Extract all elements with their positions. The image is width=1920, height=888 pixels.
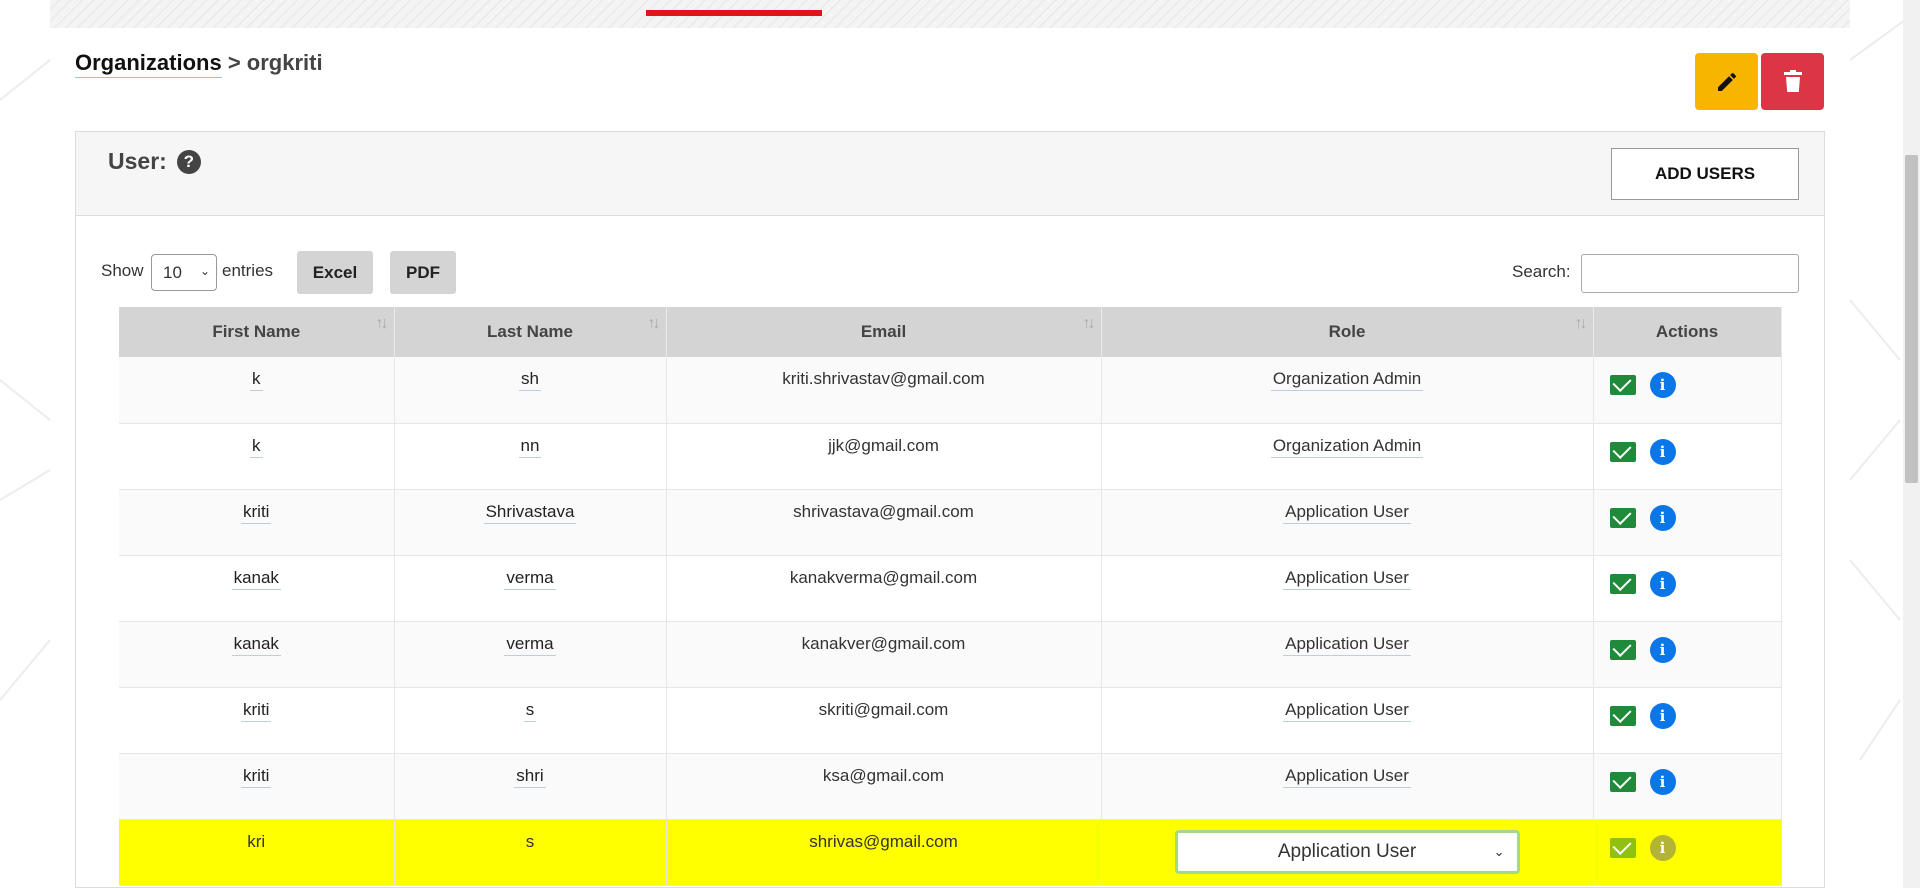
scrollbar-thumb[interactable]: [1905, 155, 1918, 483]
user-card: User: ? ADD USERS Show 10 ⌄ entries Exce…: [75, 131, 1825, 888]
breadcrumb-current: orgkriti: [246, 50, 323, 75]
first-name-cell[interactable]: kanak: [231, 633, 281, 656]
edit-organization-button[interactable]: [1695, 53, 1758, 110]
page-scrollbar[interactable]: [1903, 0, 1920, 888]
pencil-icon: [1717, 72, 1736, 91]
top-tab-strip: [50, 0, 1850, 28]
last-name-cell: s: [394, 819, 667, 886]
table-row: kriti s skriti@gmail.com Application Use…: [119, 687, 1782, 754]
email-cell: shrivastava@gmail.com: [666, 489, 1102, 556]
card-title-text: User:: [108, 148, 167, 174]
envelope-icon[interactable]: [1609, 705, 1636, 726]
table-row: k sh kriti.shrivastav@gmail.com Organiza…: [119, 357, 1782, 424]
role-cell[interactable]: Organization Admin: [1270, 369, 1424, 391]
breadcrumb-separator: >: [227, 50, 241, 75]
info-circle-icon[interactable]: i: [1649, 834, 1676, 861]
column-header-actions: Actions: [1593, 307, 1782, 357]
search-input[interactable]: [1581, 254, 1799, 293]
envelope-icon[interactable]: [1609, 771, 1636, 792]
info-circle-icon[interactable]: i: [1649, 438, 1676, 465]
question-circle-icon[interactable]: ?: [176, 149, 201, 174]
last-name-cell[interactable]: verma: [504, 633, 556, 656]
export-excel-button[interactable]: Excel: [297, 251, 373, 294]
users-table: First Name ↑↓ Last Name ↑↓ Email ↑↓ Role ↑↓ …: [119, 307, 1782, 886]
info-circle-icon[interactable]: i: [1649, 570, 1676, 597]
search-label: Search:: [1512, 262, 1571, 281]
role-cell[interactable]: Application User: [1283, 633, 1411, 656]
email-cell: ksa@gmail.com: [666, 753, 1102, 820]
card-title: User: ?: [108, 148, 201, 175]
sort-arrows-icon[interactable]: ↑↓: [1575, 315, 1588, 333]
table-row-editing: kri s shrivas@gmail.com Application User…: [119, 819, 1782, 886]
role-select-value: Application User: [1277, 840, 1417, 862]
role-cell[interactable]: Application User: [1283, 699, 1411, 722]
last-name-cell[interactable]: Shrivastava: [483, 501, 577, 524]
chevron-down-icon: ⌄: [1493, 843, 1505, 859]
delete-organization-button[interactable]: [1761, 53, 1824, 110]
sort-arrows-icon[interactable]: ↑↓: [1083, 315, 1096, 333]
envelope-icon[interactable]: [1609, 573, 1636, 594]
trash-icon: [1783, 69, 1802, 92]
first-name-cell: kri: [119, 819, 395, 886]
column-header-email[interactable]: Email ↑↓: [666, 307, 1102, 357]
chevron-down-icon: ⌄: [199, 264, 210, 278]
role-cell[interactable]: Application User: [1283, 501, 1411, 524]
envelope-icon[interactable]: [1609, 375, 1636, 395]
last-name-cell[interactable]: sh: [519, 369, 541, 391]
show-label: Show: [101, 261, 144, 280]
entries-label: entries: [222, 261, 274, 280]
first-name-cell[interactable]: kriti: [241, 699, 272, 722]
first-name-cell[interactable]: k: [250, 435, 263, 458]
active-tab-indicator: [646, 10, 822, 16]
breadcrumb-organizations-link[interactable]: Organizations: [75, 50, 222, 78]
role-cell[interactable]: Organization Admin: [1270, 435, 1424, 458]
table-controls: Show 10 ⌄ entries Excel PDF Search:: [101, 251, 1801, 295]
entries-select-value: 10: [163, 262, 182, 282]
first-name-cell[interactable]: k: [250, 369, 263, 391]
info-circle-icon[interactable]: i: [1649, 702, 1676, 729]
email-cell: kanakverma@gmail.com: [666, 555, 1102, 622]
envelope-icon[interactable]: [1609, 837, 1636, 858]
envelope-icon[interactable]: [1609, 639, 1636, 660]
info-circle-icon[interactable]: i: [1649, 372, 1676, 398]
email-cell: skriti@gmail.com: [666, 687, 1102, 754]
table-row: kriti Shrivastava shrivastava@gmail.com …: [119, 489, 1782, 556]
add-users-button[interactable]: ADD USERS: [1611, 148, 1799, 200]
last-name-cell[interactable]: verma: [504, 567, 556, 590]
table-header-row: First Name ↑↓ Last Name ↑↓ Email ↑↓ Role ↑↓ …: [119, 307, 1782, 357]
info-circle-icon[interactable]: i: [1649, 504, 1676, 531]
email-cell: jjk@gmail.com: [666, 423, 1102, 490]
table-row: kanak verma kanakverma@gmail.com Applica…: [119, 555, 1782, 622]
last-name-cell[interactable]: nn: [518, 435, 542, 458]
role-cell[interactable]: Application User: [1283, 567, 1411, 590]
column-header-role[interactable]: Role ↑↓: [1101, 307, 1594, 357]
last-name-cell[interactable]: s: [523, 699, 537, 722]
email-cell: kriti.shrivastav@gmail.com: [666, 357, 1102, 424]
column-header-last-name[interactable]: Last Name ↑↓: [394, 307, 667, 357]
last-name-cell[interactable]: shri: [514, 765, 546, 788]
envelope-icon[interactable]: [1609, 441, 1636, 462]
first-name-cell[interactable]: kriti: [241, 765, 272, 788]
role-select[interactable]: Application User ⌄: [1174, 829, 1520, 874]
email-cell: kanakver@gmail.com: [666, 621, 1102, 688]
table-row: k nn jjk@gmail.com Organization Admin i: [119, 423, 1782, 490]
email-cell: shrivas@gmail.com: [666, 819, 1102, 886]
table-row: kanak verma kanakver@gmail.com Applicati…: [119, 621, 1782, 688]
breadcrumb: Organizations > orgkriti: [75, 50, 323, 78]
first-name-cell[interactable]: kriti: [241, 501, 272, 524]
sort-arrows-icon[interactable]: ↑↓: [376, 315, 389, 333]
envelope-icon[interactable]: [1609, 507, 1636, 528]
info-circle-icon[interactable]: i: [1649, 636, 1676, 663]
column-header-first-name[interactable]: First Name ↑↓: [119, 307, 395, 357]
entries-per-page-select[interactable]: 10 ⌄: [151, 254, 217, 291]
table-row: kriti shri ksa@gmail.com Application Use…: [119, 753, 1782, 820]
export-pdf-button[interactable]: PDF: [390, 251, 456, 294]
card-header: User: ? ADD USERS: [76, 132, 1824, 216]
info-circle-icon[interactable]: i: [1649, 768, 1676, 795]
first-name-cell[interactable]: kanak: [231, 567, 281, 590]
role-cell[interactable]: Application User: [1283, 765, 1411, 788]
sort-arrows-icon[interactable]: ↑↓: [648, 315, 661, 333]
